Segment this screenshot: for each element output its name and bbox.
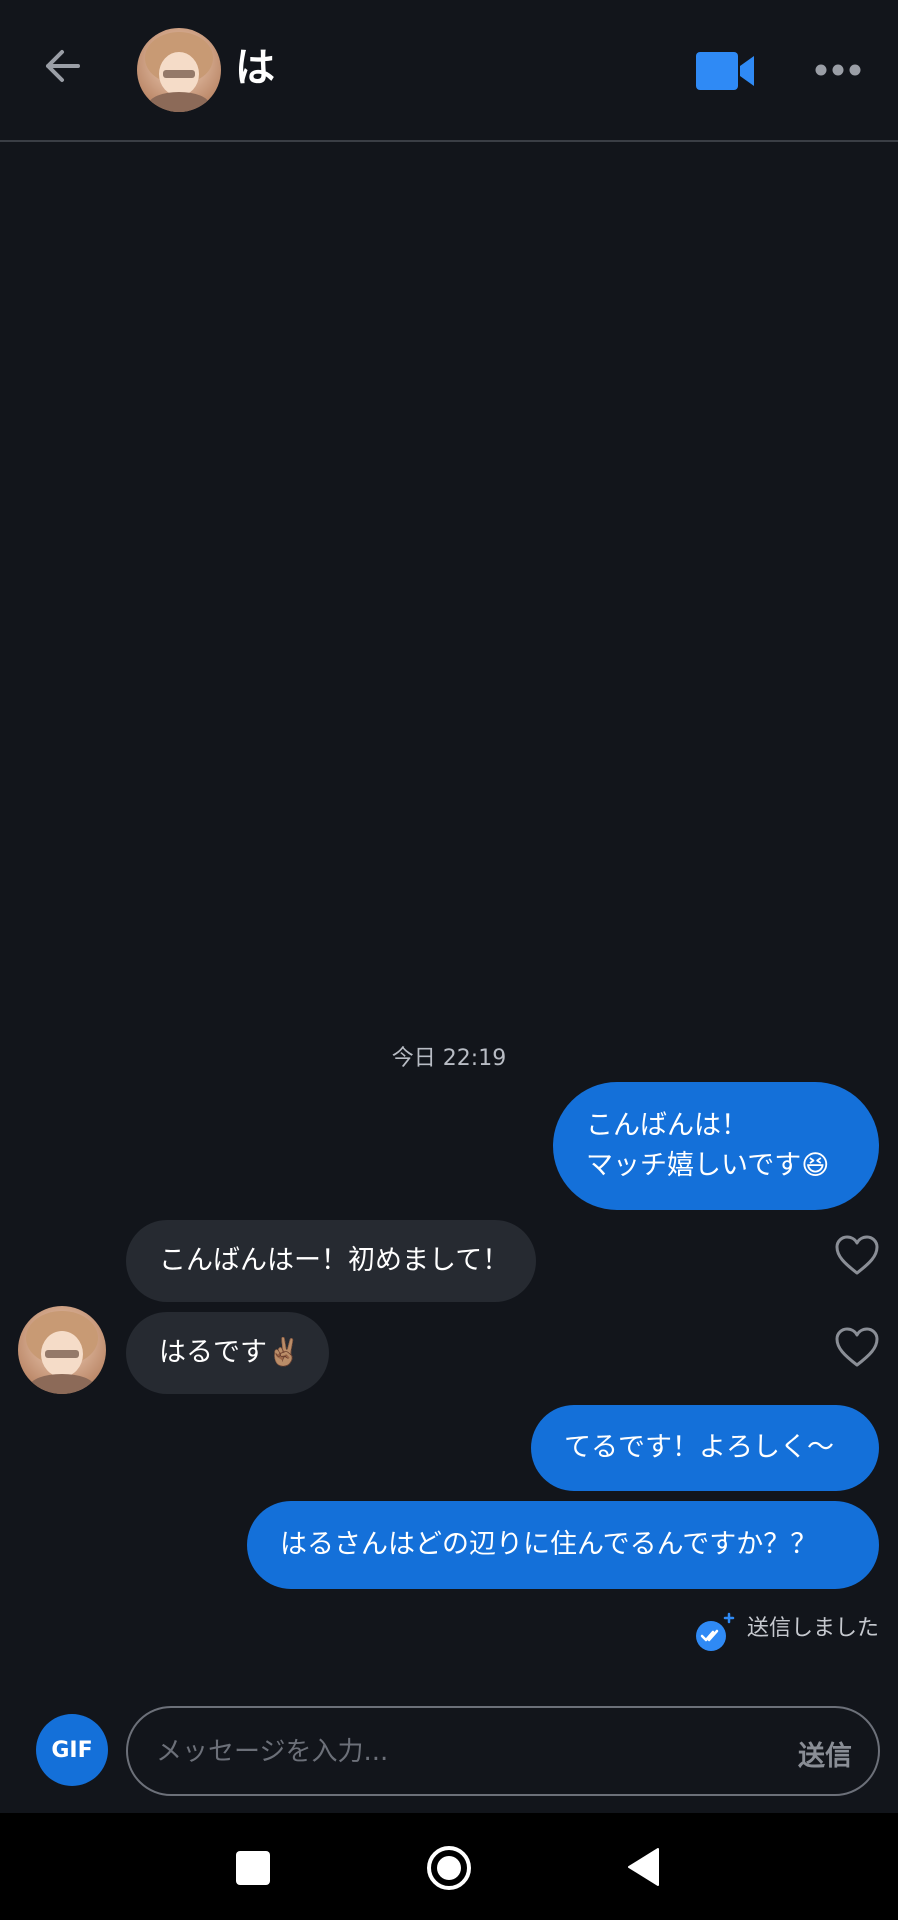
like-heart-icon[interactable]: [834, 1327, 880, 1369]
outgoing-message[interactable]: こんばんは！ マッチ嬉しいです😆: [553, 1082, 879, 1210]
home-circle-icon[interactable]: [426, 1845, 472, 1891]
video-camera-icon: [696, 52, 754, 90]
more-horizontal-icon: [815, 64, 861, 76]
message-input[interactable]: [154, 1726, 738, 1778]
status-text: 送信しました: [746, 1616, 879, 1641]
video-call-button[interactable]: [694, 48, 758, 94]
contact-avatar[interactable]: [137, 28, 221, 112]
system-nav-bar: [0, 1813, 898, 1920]
recent-apps-square-icon[interactable]: [236, 1851, 270, 1885]
outgoing-message[interactable]: てるです！よろしく〜: [531, 1405, 879, 1491]
contact-name[interactable]: は: [235, 44, 275, 92]
gif-button[interactable]: GIF: [36, 1714, 108, 1786]
back-button[interactable]: [36, 40, 88, 92]
more-options-button[interactable]: [814, 56, 862, 84]
send-button[interactable]: 送信: [798, 1734, 852, 1773]
outgoing-message[interactable]: はるさんはどの辺りに住んでるんですか？？: [247, 1501, 879, 1589]
message-line: マッチ嬉しいです😆: [586, 1150, 830, 1181]
like-heart-icon[interactable]: [834, 1235, 880, 1277]
message-line: こんばんは！: [586, 1110, 748, 1141]
contact-avatar-small[interactable]: [18, 1306, 106, 1394]
message-composer: 送信: [126, 1706, 880, 1796]
arrow-left-icon: [46, 50, 80, 82]
chat-timestamp: 今日 22:19: [391, 1046, 507, 1071]
incoming-message[interactable]: はるです✌🏽: [126, 1312, 329, 1394]
delivery-status: 送信しました: [695, 1606, 879, 1651]
double-check-icon: [695, 1612, 735, 1651]
chat-header: は: [0, 0, 898, 142]
incoming-message[interactable]: こんばんはー！初めまして！: [126, 1220, 536, 1302]
back-triangle-icon[interactable]: [626, 1847, 660, 1887]
